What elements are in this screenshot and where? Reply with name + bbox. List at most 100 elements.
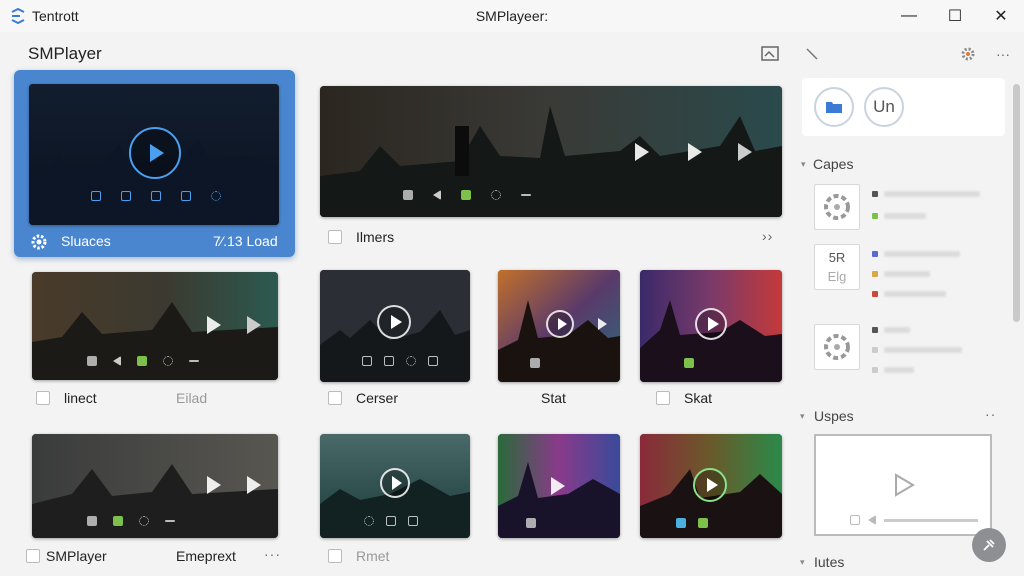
plugin-button[interactable]	[972, 528, 1006, 562]
video-thumbnail[interactable]	[29, 84, 279, 225]
user-button[interactable]: Un	[864, 87, 904, 127]
more-icon[interactable]: ››	[762, 228, 773, 244]
stream-tile[interactable]	[814, 324, 860, 370]
stream-tile[interactable]: 5R Elg	[814, 244, 860, 290]
play-icon[interactable]	[237, 310, 267, 340]
play-icon[interactable]	[542, 472, 570, 500]
select-checkbox[interactable]	[656, 391, 670, 405]
card-meta: Emeprext	[176, 548, 236, 564]
play-icon[interactable]	[377, 305, 411, 339]
seek-icon[interactable]	[165, 520, 175, 522]
stop-icon[interactable]	[91, 191, 101, 201]
subtitle-icon[interactable]	[684, 358, 694, 368]
stop-icon[interactable]	[87, 356, 97, 366]
list-item	[872, 212, 926, 220]
video-thumbnail[interactable]	[320, 434, 470, 538]
minimize-button[interactable]: —	[886, 0, 932, 32]
video-thumbnail-wide[interactable]	[320, 86, 782, 217]
stop-icon[interactable]	[526, 518, 536, 528]
collapse-arrow-icon[interactable]: ▾	[800, 557, 805, 568]
clock-icon[interactable]	[408, 516, 418, 526]
play-icon[interactable]	[237, 470, 267, 500]
stop-icon[interactable]	[530, 358, 540, 368]
stream-tile[interactable]	[814, 184, 860, 230]
volume-icon[interactable]	[113, 356, 121, 366]
gear-icon[interactable]	[30, 233, 48, 251]
play-icon[interactable]	[129, 127, 181, 179]
video-thumbnail[interactable]	[32, 272, 278, 380]
seek-icon[interactable]	[189, 360, 199, 362]
card-label: Cerser	[356, 390, 399, 406]
thumbnail-scene	[320, 86, 782, 217]
list-item	[872, 250, 960, 258]
section-title: Capes	[813, 156, 854, 172]
select-checkbox[interactable]	[328, 549, 342, 563]
settings-icon[interactable]	[958, 44, 978, 64]
play-icon[interactable]	[888, 470, 918, 500]
maximize-button[interactable]: ☐	[932, 0, 978, 32]
skip-icon[interactable]	[121, 191, 131, 201]
more-icon[interactable]: ··	[985, 406, 996, 422]
star-icon[interactable]	[211, 191, 221, 201]
audio-icon[interactable]	[698, 518, 708, 528]
stop-icon[interactable]	[850, 515, 860, 525]
camera-icon[interactable]	[384, 356, 394, 366]
volume-icon[interactable]	[868, 515, 876, 525]
scrollbar-thumb[interactable]	[1013, 84, 1020, 322]
select-checkbox[interactable]	[26, 549, 40, 563]
play-icon[interactable]	[693, 468, 727, 502]
play-icon[interactable]	[197, 310, 227, 340]
clock-icon[interactable]	[151, 191, 161, 201]
play-icon[interactable]	[725, 134, 761, 170]
volume-icon[interactable]	[433, 190, 441, 200]
download-icon[interactable]	[386, 516, 396, 526]
subtitle-icon[interactable]	[461, 190, 471, 200]
play-icon[interactable]	[586, 310, 614, 338]
close-button[interactable]: ✕	[978, 0, 1024, 32]
stop-icon[interactable]	[362, 356, 372, 366]
select-checkbox[interactable]	[328, 230, 342, 244]
more-icon[interactable]: ···	[992, 44, 1014, 64]
clock-icon[interactable]	[406, 356, 416, 366]
play-icon[interactable]	[622, 134, 658, 170]
seek-icon[interactable]	[521, 194, 531, 196]
user-button-text: Un	[873, 97, 895, 116]
thumbnail-controls	[91, 191, 221, 201]
subtitle-icon[interactable]	[113, 516, 123, 526]
tile-text: Elg	[827, 269, 847, 284]
collapse-arrow-icon[interactable]: ▾	[801, 159, 806, 170]
selected-video-card[interactable]: Sluaces 7⁄.13 Load	[14, 70, 295, 257]
collapse-arrow-icon[interactable]: ▾	[800, 411, 805, 422]
card-label: Sluaces	[61, 233, 111, 249]
pencil-icon[interactable]	[802, 44, 822, 64]
video-thumbnail[interactable]	[32, 434, 278, 538]
stop-icon[interactable]	[403, 190, 413, 200]
more-icon[interactable]: ···	[264, 546, 281, 562]
video-thumbnail[interactable]	[498, 434, 620, 538]
select-checkbox[interactable]	[36, 391, 50, 405]
playlist-icon[interactable]	[428, 356, 438, 366]
video-thumbnail[interactable]	[640, 434, 782, 538]
subtitle-icon[interactable]	[676, 518, 686, 528]
maximize-icon: ☐	[947, 8, 963, 25]
settings-icon[interactable]	[491, 190, 501, 200]
preview-pane[interactable]	[814, 434, 992, 536]
play-icon[interactable]	[675, 134, 711, 170]
play-icon[interactable]	[695, 308, 727, 340]
play-icon[interactable]	[546, 310, 574, 338]
select-checkbox[interactable]	[328, 391, 342, 405]
play-icon[interactable]	[380, 468, 410, 498]
download-icon[interactable]	[181, 191, 191, 201]
play-icon[interactable]	[197, 470, 227, 500]
subtitle-icon[interactable]	[137, 356, 147, 366]
settings-icon[interactable]	[163, 356, 173, 366]
stop-icon[interactable]	[87, 516, 97, 526]
video-thumbnail[interactable]	[640, 270, 782, 382]
video-thumbnail[interactable]	[498, 270, 620, 382]
settings-icon[interactable]	[139, 516, 149, 526]
seek-bar[interactable]	[884, 518, 978, 522]
video-thumbnail[interactable]	[320, 270, 470, 382]
screenshot-icon[interactable]	[760, 44, 780, 64]
folder-button[interactable]	[814, 87, 854, 127]
record-icon[interactable]	[364, 516, 374, 526]
